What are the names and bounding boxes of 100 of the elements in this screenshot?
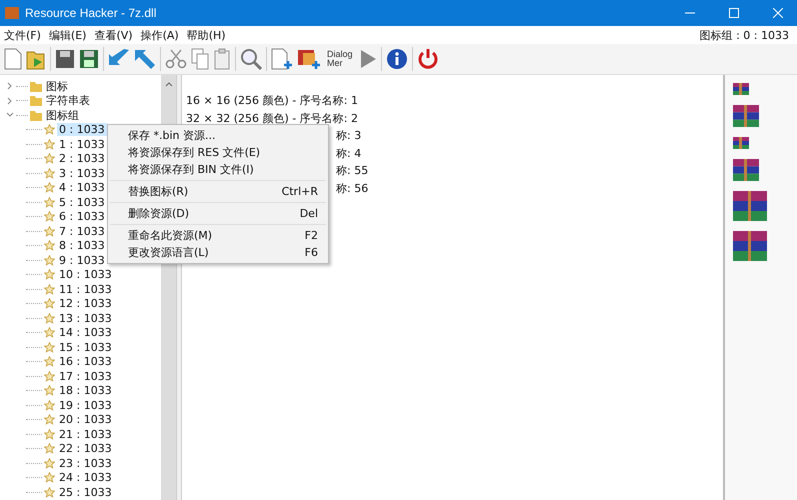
status-text: 图标组 : 0 : 1033 <box>700 28 790 42</box>
tree-item[interactable]: 12 : 1033 <box>57 297 114 310</box>
dialog-merge-button[interactable]: Dialog Mer <box>325 48 355 70</box>
tree-item[interactable]: 16 : 1033 <box>57 355 114 368</box>
book-stack-icon <box>733 83 749 95</box>
star-icon <box>44 269 55 280</box>
copy-icon[interactable] <box>191 48 209 70</box>
star-icon <box>44 124 55 136</box>
paste-icon[interactable] <box>213 48 231 70</box>
tree-item[interactable]: 图标组 <box>44 108 81 123</box>
resource-info-text: 16 × 16 (256 颜色) - 序号名称: 1 <box>186 93 358 109</box>
menu-item[interactable]: 文件(F) <box>4 28 41 42</box>
tree-item[interactable]: 25 : 1033 <box>57 486 114 499</box>
folder-icon <box>30 110 42 121</box>
tree-item[interactable]: 18 : 1033 <box>57 384 114 398</box>
star-icon <box>44 138 55 150</box>
book-stack-icon <box>733 231 767 261</box>
context-menu-item[interactable]: 将资源保存到 RES 文件(E) <box>108 144 328 161</box>
resource-info-text: 称: 56 <box>336 180 368 196</box>
add-file-icon[interactable] <box>271 48 293 70</box>
star-icon <box>44 168 55 179</box>
menu-item[interactable]: 查看(V) <box>94 28 133 42</box>
window-title: Resource Hacker - 7z.dll <box>25 6 158 20</box>
scroll-up-icon[interactable] <box>164 81 172 87</box>
tree-item[interactable]: 3 : 1033 <box>57 166 107 180</box>
star-icon <box>44 472 55 484</box>
resource-info-text: 称: 55 <box>336 163 368 178</box>
save-icon[interactable] <box>55 49 75 69</box>
star-icon <box>44 312 55 324</box>
star-icon <box>44 298 55 310</box>
tree-item[interactable]: 15 : 1033 <box>57 340 114 354</box>
tree-item[interactable]: 5 : 1033 <box>57 196 107 209</box>
power-icon[interactable] <box>416 48 439 70</box>
context-menu-item[interactable]: 删除资源(D) Del <box>108 205 328 222</box>
star-icon <box>44 211 55 222</box>
tree-item[interactable]: 20 : 1033 <box>57 413 114 426</box>
close-icon[interactable] <box>773 8 783 18</box>
tree-item[interactable]: 8 : 1033 <box>57 239 107 252</box>
tree-item[interactable]: 字符串表 <box>44 93 92 108</box>
star-icon <box>44 327 55 338</box>
tree-item[interactable]: 17 : 1033 <box>57 370 114 383</box>
tree-item[interactable]: 22 : 1033 <box>57 442 114 456</box>
star-icon <box>44 414 55 426</box>
resource-info-text: 称: 3 <box>336 128 362 143</box>
tree-item[interactable]: 7 : 1033 <box>57 224 107 238</box>
play-icon[interactable] <box>358 49 377 69</box>
maximize-icon[interactable] <box>729 8 739 18</box>
book-stack-icon <box>733 191 767 221</box>
app-logo-icon <box>5 7 19 19</box>
tree-item[interactable]: 13 : 1033 <box>57 312 114 325</box>
book-stack-icon <box>733 105 759 127</box>
star-icon <box>44 196 55 208</box>
context-menu-item[interactable]: 将资源保存到 BIN 文件(I) <box>108 161 328 178</box>
star-icon <box>44 182 55 194</box>
tree-item[interactable]: 0 : 1033 <box>57 123 107 136</box>
search-icon[interactable] <box>240 48 262 70</box>
tree-item[interactable]: 24 : 1033 <box>57 471 114 484</box>
star-icon <box>44 240 55 252</box>
menu-item[interactable]: 帮助(H) <box>186 28 226 42</box>
tree-item[interactable]: 9 : 1033 <box>57 254 107 267</box>
star-icon <box>44 153 55 164</box>
star-icon <box>44 370 55 382</box>
tree-item[interactable]: 6 : 1033 <box>57 210 107 224</box>
tree-item[interactable]: 4 : 1033 <box>57 181 107 194</box>
save-as-icon[interactable] <box>79 49 99 69</box>
tree-item[interactable]: 10 : 1033 <box>57 268 114 282</box>
star-icon <box>44 400 55 411</box>
context-menu-item[interactable]: 替换图标(R) Ctrl+R <box>108 183 328 200</box>
folder-icon <box>30 95 42 106</box>
folder-icon <box>30 80 42 92</box>
tree-item[interactable]: 1 : 1033 <box>57 138 107 151</box>
menu-item[interactable]: 编辑(E) <box>48 28 86 42</box>
resource-info-text: 称: 4 <box>336 146 362 160</box>
info-icon[interactable] <box>386 48 408 70</box>
context-menu-item[interactable]: 更改资源语言(L) F6 <box>108 244 328 261</box>
book-stack-icon <box>733 137 749 149</box>
tree-item[interactable]: 19 : 1033 <box>57 398 114 412</box>
star-icon <box>44 486 55 498</box>
arrow-icon[interactable] <box>134 49 156 69</box>
context-menu-item[interactable]: 重命名此资源(M) F2 <box>108 227 328 244</box>
star-icon <box>44 428 55 440</box>
menu-item[interactable]: 操作(A) <box>140 28 179 42</box>
star-icon <box>44 458 55 469</box>
tree-item[interactable]: 2 : 1033 <box>57 152 107 166</box>
resource-info-text: 32 × 32 (256 颜色) - 序号名称: 2 <box>186 110 358 126</box>
context-menu-item[interactable]: 保存 *.bin 资源... <box>108 127 328 144</box>
tree-item[interactable]: 图标 <box>44 78 70 94</box>
new-file-icon[interactable] <box>4 48 22 70</box>
tree-item[interactable]: 11 : 1033 <box>57 282 114 296</box>
star-icon <box>44 284 55 295</box>
star-icon <box>44 226 55 237</box>
tree-item[interactable]: 14 : 1033 <box>57 326 114 340</box>
star-icon <box>44 254 55 266</box>
tree-item[interactable]: 23 : 1033 <box>57 456 114 470</box>
star-icon <box>44 385 55 396</box>
add-image-icon[interactable] <box>297 48 321 70</box>
tree-item[interactable]: 21 : 1033 <box>57 428 114 441</box>
scissors-icon[interactable] <box>165 49 187 69</box>
star-icon <box>44 342 55 353</box>
star-icon <box>44 443 55 454</box>
